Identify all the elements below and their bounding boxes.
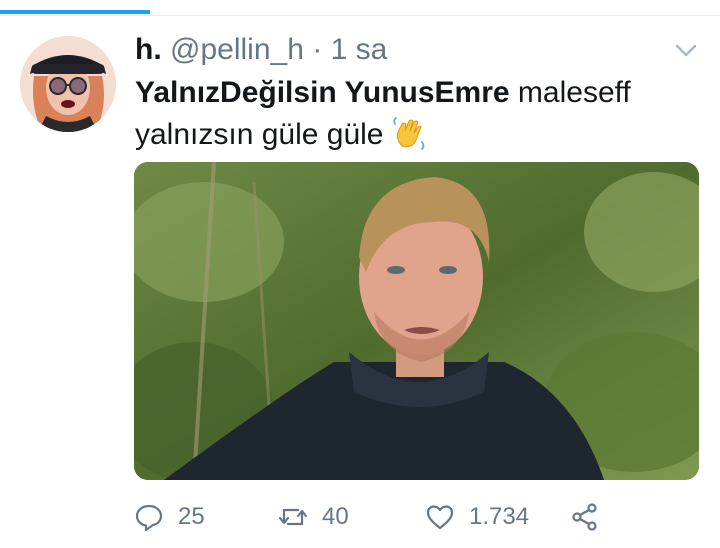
tweet-text: YalnızDeğilsin YunusEmre maleseff yalnız… xyxy=(135,72,695,156)
retweet-icon xyxy=(278,508,308,526)
like-count: 1.734 xyxy=(469,503,530,530)
hashtag[interactable]: YalnızDeğilsin YunusEmre xyxy=(135,76,510,109)
tab-divider xyxy=(0,15,720,16)
photo-man-in-forest xyxy=(134,162,699,480)
retweet-button[interactable]: 40 xyxy=(278,495,349,539)
tweet-media-image[interactable] xyxy=(134,162,699,480)
heart-icon xyxy=(426,505,454,530)
tweet-time[interactable]: 1 sa xyxy=(331,33,388,66)
tab-bar xyxy=(0,0,720,16)
like-button[interactable]: 1.734 xyxy=(425,495,529,539)
author-name[interactable]: h. xyxy=(135,33,162,66)
separator-dot: · xyxy=(312,33,323,66)
share-button[interactable] xyxy=(570,495,614,539)
retweet-count: 40 xyxy=(322,503,349,530)
tweet-actions: 25 40 1.734 xyxy=(0,495,720,539)
reply-icon xyxy=(135,504,163,532)
active-tab-indicator xyxy=(0,10,150,14)
avatar[interactable] xyxy=(20,36,116,132)
reply-button[interactable]: 25 xyxy=(134,495,205,539)
share-icon xyxy=(572,503,597,531)
author-handle[interactable]: @pellin_h xyxy=(170,33,304,66)
tweet-text-line1: maleseff xyxy=(509,76,631,109)
tweet-text-line2: yalnızsın güle güle xyxy=(135,118,392,151)
chevron-down-icon[interactable] xyxy=(672,36,700,64)
tweet-header: h. @pellin_h · 1 sa xyxy=(135,32,387,68)
reply-count: 25 xyxy=(178,503,205,530)
avatar-image xyxy=(20,36,116,132)
waving-hand-icon xyxy=(392,116,426,150)
